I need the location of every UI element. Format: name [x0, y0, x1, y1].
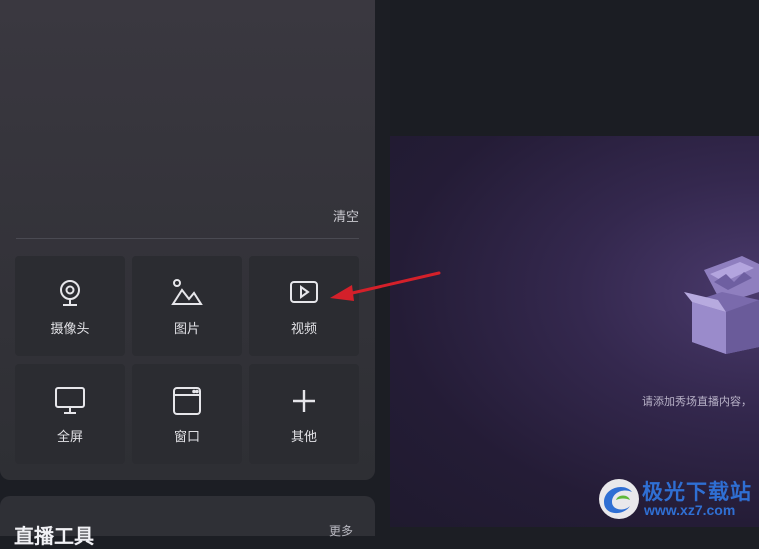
top-bar-area	[390, 0, 759, 136]
more-link[interactable]: 更多	[329, 522, 353, 539]
live-tools-panel: 直播工具 更多	[0, 496, 375, 548]
empty-stage-hint: 请添加秀场直播内容，	[642, 396, 752, 408]
camera-icon	[53, 276, 87, 310]
tile-label: 图片	[173, 320, 200, 336]
add-window-button[interactable]: 窗口	[132, 364, 242, 464]
empty-box-icon	[684, 252, 759, 359]
image-icon	[170, 276, 204, 310]
clear-button[interactable]: 清空	[333, 206, 359, 225]
tile-label: 视频	[290, 320, 317, 336]
watermark-logo: 极光下载站 www.xz7.com	[596, 472, 759, 527]
tile-label: 窗口	[173, 428, 200, 444]
tile-label: 其他	[290, 428, 317, 444]
window-icon	[170, 384, 204, 418]
divider	[16, 238, 359, 239]
tile-label: 全屏	[56, 428, 83, 444]
add-video-button[interactable]: 视频	[249, 256, 359, 356]
monitor-icon	[53, 384, 87, 418]
source-panel: 清空 摄像头 图片 视频 全屏 窗口 其他	[0, 0, 375, 480]
plus-icon	[287, 384, 321, 418]
live-tools-title: 直播工具	[14, 526, 94, 548]
watermark-url: www.xz7.com	[644, 502, 736, 518]
add-other-button[interactable]: 其他	[249, 364, 359, 464]
add-camera-button[interactable]: 摄像头	[15, 256, 125, 356]
source-list	[0, 0, 375, 238]
watermark-swirl-icon	[599, 479, 639, 519]
add-fullscreen-button[interactable]: 全屏	[15, 364, 125, 464]
add-image-button[interactable]: 图片	[132, 256, 242, 356]
video-icon	[287, 276, 321, 310]
tile-label: 摄像头	[50, 320, 90, 336]
